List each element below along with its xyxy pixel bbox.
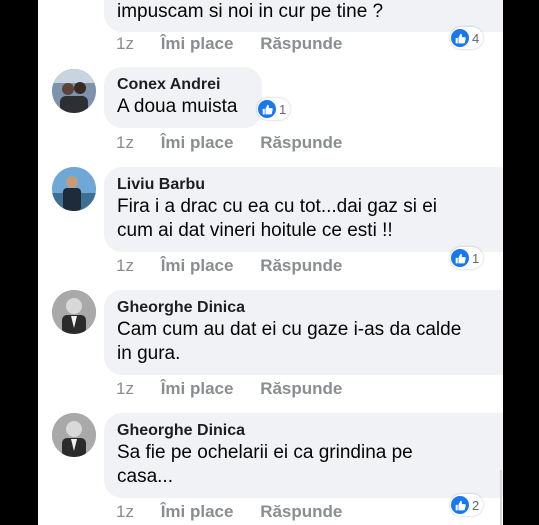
reply-button[interactable]: Răspunde (260, 133, 342, 153)
comment-author[interactable]: Liviu Barbu (117, 175, 503, 195)
comments-panel: impuscam si noi in cur pe tine ? 1z Îmi … (38, 0, 503, 525)
like-button[interactable]: Îmi place (161, 379, 234, 399)
avatar[interactable] (52, 167, 96, 211)
comment-bubble: Gheorghe Dinica Cam cum au dat ei cu gaz… (104, 290, 503, 375)
reply-button[interactable]: Răspunde (260, 379, 342, 399)
comment-bubble: Gheorghe Dinica Sa fie pe ochelarii ei c… (104, 413, 503, 498)
avatar[interactable] (52, 69, 96, 113)
comment-author[interactable]: Gheorghe Dinica (117, 421, 503, 441)
comment-actions: 1z Îmi place Răspunde (116, 502, 342, 522)
comment-time[interactable]: 1z (116, 133, 134, 153)
reaction-badge[interactable]: 4 (450, 27, 484, 49)
like-icon (451, 496, 469, 514)
comment-text: Cam cum au dat ei cu gaze i-as da calde (117, 319, 462, 340)
reaction-badge[interactable]: 2 (450, 494, 484, 516)
reaction-count: 4 (472, 30, 480, 46)
comment-time[interactable]: 1z (116, 256, 134, 276)
comment-text: cum ai dat vineri hoitule ce esti !! (117, 220, 393, 241)
right-border (503, 0, 539, 525)
reaction-count: 1 (279, 101, 287, 117)
avatar[interactable] (52, 413, 96, 457)
reply-button[interactable]: Răspunde (260, 256, 342, 276)
like-icon (451, 249, 469, 267)
reply-button[interactable]: Răspunde (260, 502, 342, 522)
comment-actions: 1z Îmi place Răspunde (116, 379, 342, 399)
like-button[interactable]: Îmi place (161, 502, 234, 522)
comment-actions: 1z Îmi place Răspunde (116, 34, 342, 54)
comment-bubble: impuscam si noi in cur pe tine ? (104, 0, 503, 32)
comment-time[interactable]: 1z (116, 502, 134, 522)
reaction-count: 1 (472, 250, 480, 266)
comment-text: casa... (117, 466, 173, 487)
like-icon (258, 100, 276, 118)
scrollbar[interactable] (500, 470, 502, 525)
comment-text: Fira i a drac cu ea cu tot...dai gaz si … (117, 196, 437, 217)
comment-author[interactable]: Gheorghe Dinica (117, 298, 503, 318)
comment-text: A doua muista (117, 96, 238, 117)
reaction-badge[interactable]: 1 (450, 247, 484, 269)
comment-time[interactable]: 1z (116, 34, 134, 54)
comment-text: Sa fie pe ochelarii ei ca grindina pe (117, 442, 413, 463)
comment-actions: 1z Îmi place Răspunde (116, 256, 342, 276)
comment-text: in gura. (117, 343, 181, 364)
reply-button[interactable]: Răspunde (260, 34, 342, 54)
comment-time[interactable]: 1z (116, 379, 134, 399)
avatar[interactable] (52, 290, 96, 334)
like-button[interactable]: Îmi place (161, 34, 234, 54)
comment-author[interactable]: Conex Andrei (117, 75, 248, 95)
like-icon (451, 29, 469, 47)
comment-bubble: Conex Andrei A doua muista (104, 67, 262, 128)
reaction-badge[interactable]: 1 (257, 98, 291, 120)
comment-bubble: Liviu Barbu Fira i a drac cu ea cu tot..… (104, 167, 503, 252)
comment-actions: 1z Îmi place Răspunde (116, 133, 342, 153)
comment-text: impuscam si noi in cur pe tine ? (117, 1, 384, 22)
like-button[interactable]: Îmi place (161, 256, 234, 276)
like-button[interactable]: Îmi place (161, 133, 234, 153)
reaction-count: 2 (472, 497, 480, 513)
